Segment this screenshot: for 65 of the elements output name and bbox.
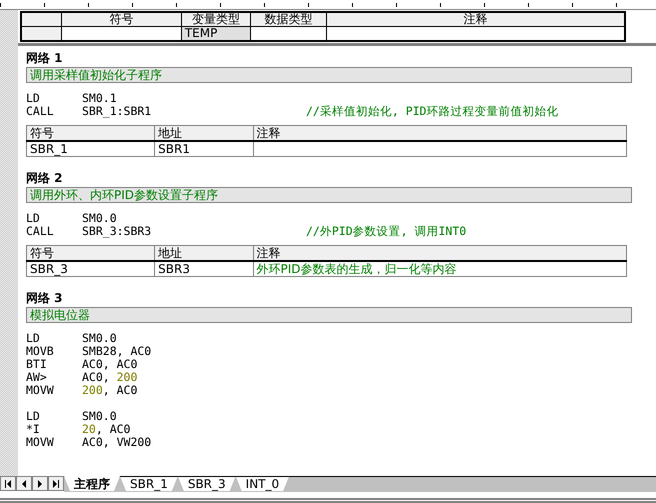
- first-icon: [4, 480, 12, 488]
- instruction: LD: [26, 410, 41, 423]
- network-comment[interactable]: 模拟电位器: [26, 307, 632, 323]
- operand: SBR_1:SBR1: [82, 105, 152, 118]
- instruction: BTI: [26, 358, 48, 371]
- table-cell[interactable]: TEMP: [181, 26, 251, 41]
- sheet-tab[interactable]: INT_0: [236, 476, 290, 491]
- column-header: 注释: [326, 12, 625, 26]
- instruction: LD: [26, 332, 41, 345]
- column-header: 符号: [26, 126, 155, 141]
- column-header: 符号: [26, 246, 155, 261]
- operand: SBR_3:SBR3: [82, 225, 152, 238]
- instruction: CALL: [26, 105, 55, 118]
- table-cell[interactable]: [326, 26, 625, 41]
- network-title: 网络 1: [26, 51, 63, 66]
- column-header: 地址: [154, 126, 254, 141]
- table-cell: SBR1: [154, 141, 254, 156]
- previous-button[interactable]: [16, 476, 32, 491]
- column-header: 符号: [62, 12, 182, 26]
- constant: 200: [116, 371, 138, 384]
- column-header: 注释: [253, 126, 626, 141]
- constant: 20: [82, 423, 96, 436]
- instruction: MOVW: [26, 436, 55, 449]
- operand: SM0.0: [82, 332, 117, 345]
- sheet-tab[interactable]: 主程序: [64, 476, 120, 491]
- constant: 200: [82, 384, 103, 397]
- column-header: 注释: [253, 246, 626, 261]
- instruction: MOVB: [26, 345, 55, 358]
- operand: AC0, VW200: [82, 436, 152, 449]
- operand: SM0.1: [82, 92, 117, 105]
- instruction: CALL: [26, 225, 55, 238]
- column-header: 变量类型: [181, 12, 251, 26]
- operand: AC0, AC0: [82, 358, 138, 371]
- table-cell: SBR_3: [26, 261, 155, 276]
- column-header: 数据类型: [250, 12, 327, 26]
- table-cell: SBR3: [154, 261, 254, 276]
- table-cell[interactable]: [250, 26, 327, 41]
- first-button[interactable]: [0, 476, 16, 491]
- next-button[interactable]: [32, 476, 48, 491]
- operand: SM0.0: [82, 410, 117, 423]
- operand: SMB28, AC0: [82, 345, 152, 358]
- table-cell[interactable]: [62, 26, 182, 41]
- instruction: LD: [26, 92, 41, 105]
- instruction: *I: [26, 423, 41, 436]
- instruction: AW>: [26, 371, 48, 384]
- network-comment[interactable]: 调用外环、内环PID参数设置子程序: [26, 187, 632, 203]
- sheet-tab[interactable]: SBR_1: [120, 476, 178, 491]
- network-title: 网络 2: [26, 171, 63, 186]
- code-comment: //采样值初始化, PID环路过程变量前值初始化: [306, 105, 558, 118]
- column-header: 地址: [154, 246, 254, 261]
- last-button[interactable]: [48, 476, 64, 491]
- code-comment: //外PID参数设置, 调用INT0: [306, 225, 466, 238]
- network-title: 网络 3: [26, 291, 63, 306]
- instruction: MOVW: [26, 384, 55, 397]
- instruction: LD: [26, 212, 41, 225]
- network-comment[interactable]: 调用采样值初始化子程序: [26, 67, 632, 83]
- right-icon: [36, 480, 44, 488]
- table-cell: SBR_1: [26, 141, 155, 156]
- operand: AC0,: [82, 371, 111, 384]
- last-icon: [52, 480, 60, 488]
- sheet-tab[interactable]: SBR_3: [178, 476, 236, 491]
- operand: , AC0: [96, 423, 130, 436]
- operand: SM0.0: [82, 212, 117, 225]
- left-icon: [20, 480, 28, 488]
- operand: , AC0: [102, 384, 138, 397]
